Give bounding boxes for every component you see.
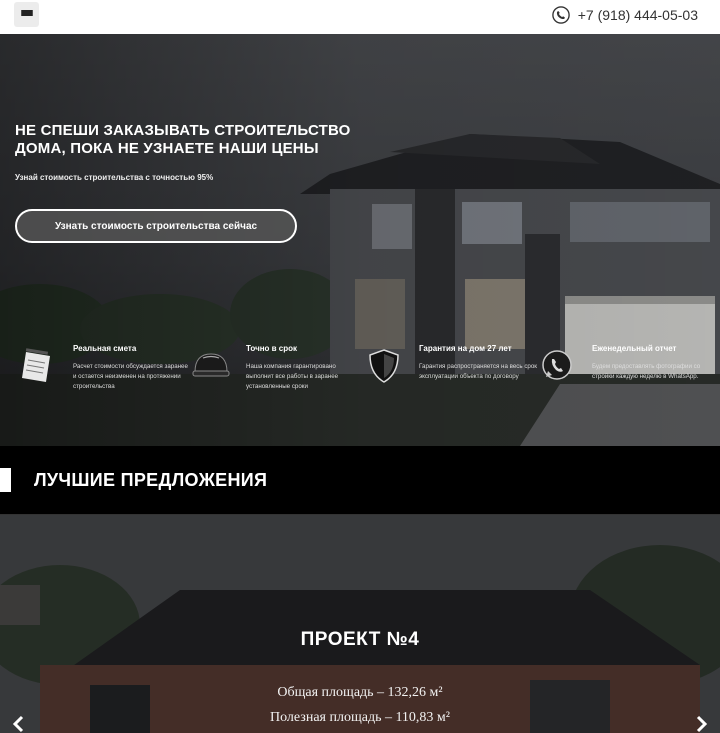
feature-text: Будем предоставлять фотографии со стройк…	[592, 363, 701, 380]
hero-title: НЕ СПЕШИ ЗАКАЗЫВАТЬ СТРОИТЕЛЬСТВО ДОМА, …	[15, 122, 351, 157]
hero-subtitle: Узнай стоимость строительства с точность…	[15, 173, 214, 182]
chevron-right-icon[interactable]	[692, 715, 710, 733]
feature-title: Еженедельный отчет	[592, 344, 677, 353]
section-marker	[0, 468, 11, 492]
get-price-button[interactable]: Узнать стоимость строительства сейчас	[15, 209, 297, 243]
best-offers-section: ЛУЧШИЕ ПРЕДЛОЖЕНИЯ	[0, 446, 720, 515]
hamburger-menu-icon	[20, 9, 33, 20]
hero-section: НЕ СПЕШИ ЗАКАЗЫВАТЬ СТРОИТЕЛЬСТВО ДОМА, …	[0, 34, 720, 446]
usable-area: Полезная площадь – 110,83 м²	[270, 710, 450, 725]
site-header: +7 (918) 444-05-03	[0, 0, 720, 34]
feature-title: Гарантия на дом 27 лет	[419, 344, 512, 353]
menu-button[interactable]	[14, 2, 39, 27]
notepad-icon	[22, 348, 50, 382]
feature-item: Еженедельный отчет Будем предоставлять ф…	[519, 340, 700, 400]
features-list: Реальная смета Расчет стоимости обсуждае…	[0, 340, 720, 400]
feature-item: Точно в срок Наша компания гарантировано…	[173, 340, 345, 400]
total-area: Общая площадь – 132,26 м²	[277, 685, 443, 700]
shield-icon	[369, 349, 399, 383]
feature-title: Точно в срок	[246, 344, 298, 353]
phone-number: +7 (918) 444-05-03	[577, 7, 698, 23]
feature-title: Реальная смета	[73, 344, 137, 353]
helmet-icon	[192, 353, 230, 377]
project-slider: ПРОЕКТ №4 Общая площадь – 132,26 м² Поле…	[0, 515, 720, 733]
phone-link[interactable]: +7 (918) 444-05-03	[551, 4, 698, 26]
project-title: ПРОЕКТ №4	[300, 629, 420, 650]
chevron-left-icon[interactable]	[10, 715, 28, 733]
whatsapp-icon	[542, 350, 572, 380]
feature-item: Реальная смета Расчет стоимости обсуждае…	[0, 340, 188, 400]
feature-item: Гарантия на дом 27 лет Гарантия распрост…	[346, 340, 537, 400]
section-title: ЛУЧШИЕ ПРЕДЛОЖЕНИЯ	[34, 470, 268, 490]
phone-icon	[551, 6, 570, 24]
